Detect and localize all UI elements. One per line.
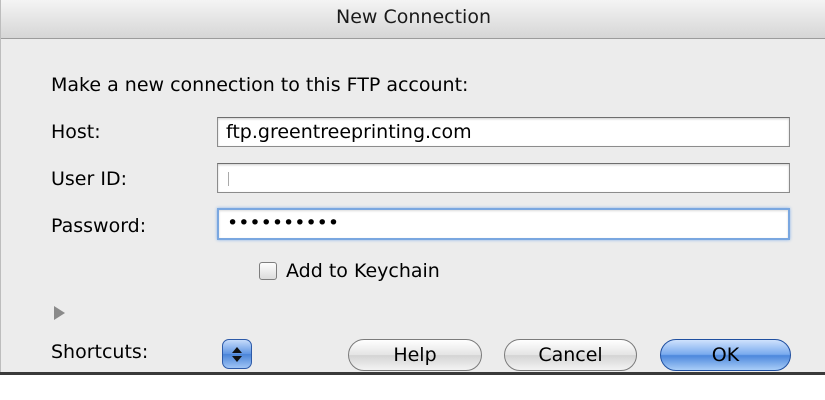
bottom-shadow	[0, 372, 825, 375]
arrow-down-icon	[232, 355, 242, 362]
host-label: Host:	[51, 121, 101, 143]
help-button[interactable]: Help	[348, 339, 482, 371]
shortcuts-popup-button[interactable]	[222, 339, 252, 369]
shortcuts-label: Shortcuts:	[51, 341, 149, 363]
text-caret	[228, 171, 229, 186]
dialog-title: New Connection	[336, 6, 491, 28]
host-field[interactable]: ftp.greentreeprinting.com	[217, 117, 790, 147]
window-bottom-edge	[0, 372, 825, 400]
user-id-field[interactable]	[217, 163, 790, 193]
password-label: Password:	[51, 215, 147, 237]
add-to-keychain-label[interactable]: Add to Keychain	[286, 260, 440, 282]
cancel-button[interactable]: Cancel	[504, 339, 637, 371]
keychain-option[interactable]: Add to Keychain	[259, 259, 440, 283]
ok-button[interactable]: OK	[660, 339, 791, 371]
user-id-label: User ID:	[51, 168, 127, 190]
password-field[interactable]: ••••••••••	[217, 208, 790, 240]
disclosure-triangle-icon[interactable]	[54, 306, 65, 320]
dialog-prompt: Make a new connection to this FTP accoun…	[51, 74, 469, 96]
title-bar[interactable]: New Connection	[1, 0, 825, 39]
add-to-keychain-checkbox[interactable]	[259, 262, 277, 280]
new-connection-dialog: New Connection Make a new connection to …	[0, 0, 825, 372]
arrow-up-icon	[232, 346, 242, 353]
